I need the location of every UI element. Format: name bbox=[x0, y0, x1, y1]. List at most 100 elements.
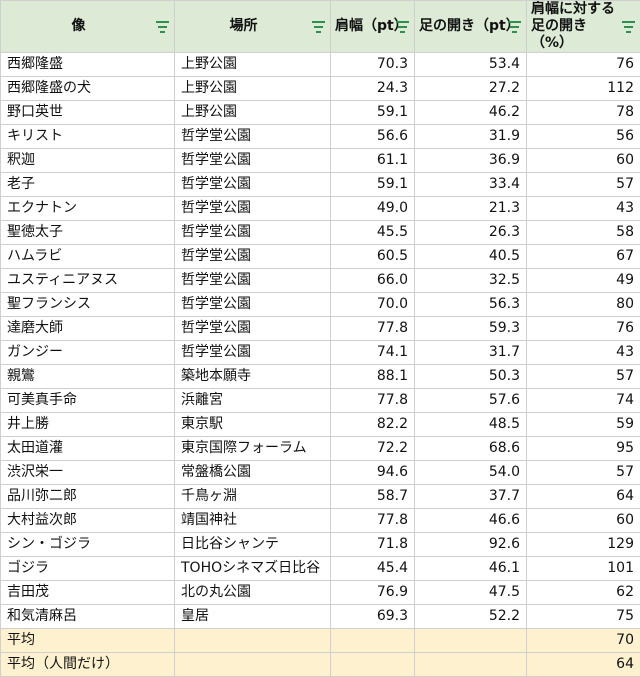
filter-icon[interactable] bbox=[156, 21, 169, 33]
statue-name-cell[interactable]: 西郷隆盛の犬 bbox=[1, 77, 175, 101]
ratio-cell[interactable]: 76 bbox=[527, 53, 640, 77]
shoulder-width-cell[interactable]: 59.1 bbox=[331, 173, 415, 197]
leg-spread-cell[interactable]: 33.4 bbox=[415, 173, 527, 197]
location-cell[interactable]: 築地本願寺 bbox=[175, 365, 331, 389]
location-cell[interactable]: 上野公園 bbox=[175, 53, 331, 77]
leg-spread-cell[interactable]: 26.3 bbox=[415, 221, 527, 245]
statue-name-cell[interactable]: 和気清麻呂 bbox=[1, 605, 175, 629]
ratio-cell[interactable]: 64 bbox=[527, 485, 640, 509]
shoulder-width-cell[interactable]: 94.6 bbox=[331, 461, 415, 485]
statue-name-cell[interactable]: ハムラビ bbox=[1, 245, 175, 269]
ratio-cell[interactable]: 75 bbox=[527, 605, 640, 629]
location-cell[interactable]: 哲学堂公園 bbox=[175, 197, 331, 221]
statue-name-cell[interactable]: 品川弥二郎 bbox=[1, 485, 175, 509]
shoulder-width-cell[interactable]: 77.8 bbox=[331, 389, 415, 413]
empty-cell[interactable] bbox=[415, 653, 527, 677]
ratio-cell[interactable]: 57 bbox=[527, 173, 640, 197]
ratio-cell[interactable]: 78 bbox=[527, 101, 640, 125]
ratio-cell[interactable]: 49 bbox=[527, 269, 640, 293]
shoulder-width-cell[interactable]: 82.2 bbox=[331, 413, 415, 437]
statue-name-cell[interactable]: キリスト bbox=[1, 125, 175, 149]
location-cell[interactable]: 哲学堂公園 bbox=[175, 341, 331, 365]
statue-name-cell[interactable]: シン・ゴジラ bbox=[1, 533, 175, 557]
ratio-cell[interactable]: 43 bbox=[527, 341, 640, 365]
ratio-cell[interactable]: 129 bbox=[527, 533, 640, 557]
ratio-cell[interactable]: 58 bbox=[527, 221, 640, 245]
statue-name-cell[interactable]: 西郷隆盛 bbox=[1, 53, 175, 77]
statue-name-cell[interactable]: ガンジー bbox=[1, 341, 175, 365]
leg-spread-cell[interactable]: 27.2 bbox=[415, 77, 527, 101]
location-cell[interactable]: 哲学堂公園 bbox=[175, 173, 331, 197]
location-cell[interactable]: 靖国神社 bbox=[175, 509, 331, 533]
average-label-cell[interactable]: 平均 bbox=[1, 629, 175, 653]
statue-name-cell[interactable]: 吉田茂 bbox=[1, 581, 175, 605]
filter-icon[interactable] bbox=[312, 21, 325, 33]
leg-spread-cell[interactable]: 54.0 bbox=[415, 461, 527, 485]
statue-name-cell[interactable]: 渋沢栄一 bbox=[1, 461, 175, 485]
statue-name-cell[interactable]: 親鸞 bbox=[1, 365, 175, 389]
location-cell[interactable]: 東京国際フォーラム bbox=[175, 437, 331, 461]
leg-spread-cell[interactable]: 59.3 bbox=[415, 317, 527, 341]
shoulder-width-cell[interactable]: 59.1 bbox=[331, 101, 415, 125]
location-cell[interactable]: 上野公園 bbox=[175, 77, 331, 101]
ratio-cell[interactable]: 76 bbox=[527, 317, 640, 341]
shoulder-width-cell[interactable]: 66.0 bbox=[331, 269, 415, 293]
leg-spread-cell[interactable]: 40.5 bbox=[415, 245, 527, 269]
shoulder-width-cell[interactable]: 61.1 bbox=[331, 149, 415, 173]
leg-spread-cell[interactable]: 47.5 bbox=[415, 581, 527, 605]
leg-spread-cell[interactable]: 46.2 bbox=[415, 101, 527, 125]
leg-spread-cell[interactable]: 56.3 bbox=[415, 293, 527, 317]
statue-name-cell[interactable]: 可美真手命 bbox=[1, 389, 175, 413]
location-cell[interactable]: 哲学堂公園 bbox=[175, 245, 331, 269]
ratio-cell[interactable]: 59 bbox=[527, 413, 640, 437]
shoulder-width-cell[interactable]: 70.3 bbox=[331, 53, 415, 77]
leg-spread-cell[interactable]: 37.7 bbox=[415, 485, 527, 509]
location-cell[interactable]: 常盤橋公園 bbox=[175, 461, 331, 485]
location-cell[interactable]: 浜離宮 bbox=[175, 389, 331, 413]
ratio-cell[interactable]: 57 bbox=[527, 461, 640, 485]
location-cell[interactable]: 日比谷シャンテ bbox=[175, 533, 331, 557]
leg-spread-cell[interactable]: 68.6 bbox=[415, 437, 527, 461]
leg-spread-cell[interactable]: 53.4 bbox=[415, 53, 527, 77]
shoulder-width-cell[interactable]: 45.4 bbox=[331, 557, 415, 581]
leg-spread-cell[interactable]: 36.9 bbox=[415, 149, 527, 173]
leg-spread-cell[interactable]: 57.6 bbox=[415, 389, 527, 413]
filter-icon[interactable] bbox=[508, 21, 521, 33]
header-cell-statue[interactable]: 像 bbox=[1, 1, 175, 53]
header-cell-shoulder-width[interactable]: 肩幅（pt） bbox=[331, 1, 415, 53]
filter-icon[interactable] bbox=[396, 21, 409, 33]
leg-spread-cell[interactable]: 46.1 bbox=[415, 557, 527, 581]
statue-name-cell[interactable]: 釈迦 bbox=[1, 149, 175, 173]
location-cell[interactable]: 千鳥ヶ淵 bbox=[175, 485, 331, 509]
leg-spread-cell[interactable]: 21.3 bbox=[415, 197, 527, 221]
shoulder-width-cell[interactable]: 72.2 bbox=[331, 437, 415, 461]
shoulder-width-cell[interactable]: 69.3 bbox=[331, 605, 415, 629]
location-cell[interactable]: 哲学堂公園 bbox=[175, 149, 331, 173]
location-cell[interactable]: 哲学堂公園 bbox=[175, 293, 331, 317]
empty-cell[interactable] bbox=[175, 653, 331, 677]
average-label-cell[interactable]: 平均（人間だけ） bbox=[1, 653, 175, 677]
location-cell[interactable]: TOHOシネマズ日比谷 bbox=[175, 557, 331, 581]
statue-name-cell[interactable]: ユスティニアヌス bbox=[1, 269, 175, 293]
shoulder-width-cell[interactable]: 58.7 bbox=[331, 485, 415, 509]
ratio-cell[interactable]: 101 bbox=[527, 557, 640, 581]
ratio-cell[interactable]: 60 bbox=[527, 509, 640, 533]
empty-cell[interactable] bbox=[175, 629, 331, 653]
ratio-cell[interactable]: 62 bbox=[527, 581, 640, 605]
statue-name-cell[interactable]: エクナトン bbox=[1, 197, 175, 221]
shoulder-width-cell[interactable]: 60.5 bbox=[331, 245, 415, 269]
ratio-cell[interactable]: 80 bbox=[527, 293, 640, 317]
statue-name-cell[interactable]: 野口英世 bbox=[1, 101, 175, 125]
statue-name-cell[interactable]: 大村益次郎 bbox=[1, 509, 175, 533]
ratio-cell[interactable]: 74 bbox=[527, 389, 640, 413]
shoulder-width-cell[interactable]: 71.8 bbox=[331, 533, 415, 557]
shoulder-width-cell[interactable]: 77.8 bbox=[331, 509, 415, 533]
header-cell-ratio[interactable]: 肩幅に対する足の開き（%） bbox=[527, 1, 640, 53]
shoulder-width-cell[interactable]: 49.0 bbox=[331, 197, 415, 221]
leg-spread-cell[interactable]: 46.6 bbox=[415, 509, 527, 533]
ratio-cell[interactable]: 67 bbox=[527, 245, 640, 269]
location-cell[interactable]: 東京駅 bbox=[175, 413, 331, 437]
statue-name-cell[interactable]: 井上勝 bbox=[1, 413, 175, 437]
location-cell[interactable]: 哲学堂公園 bbox=[175, 221, 331, 245]
statue-name-cell[interactable]: 太田道灌 bbox=[1, 437, 175, 461]
